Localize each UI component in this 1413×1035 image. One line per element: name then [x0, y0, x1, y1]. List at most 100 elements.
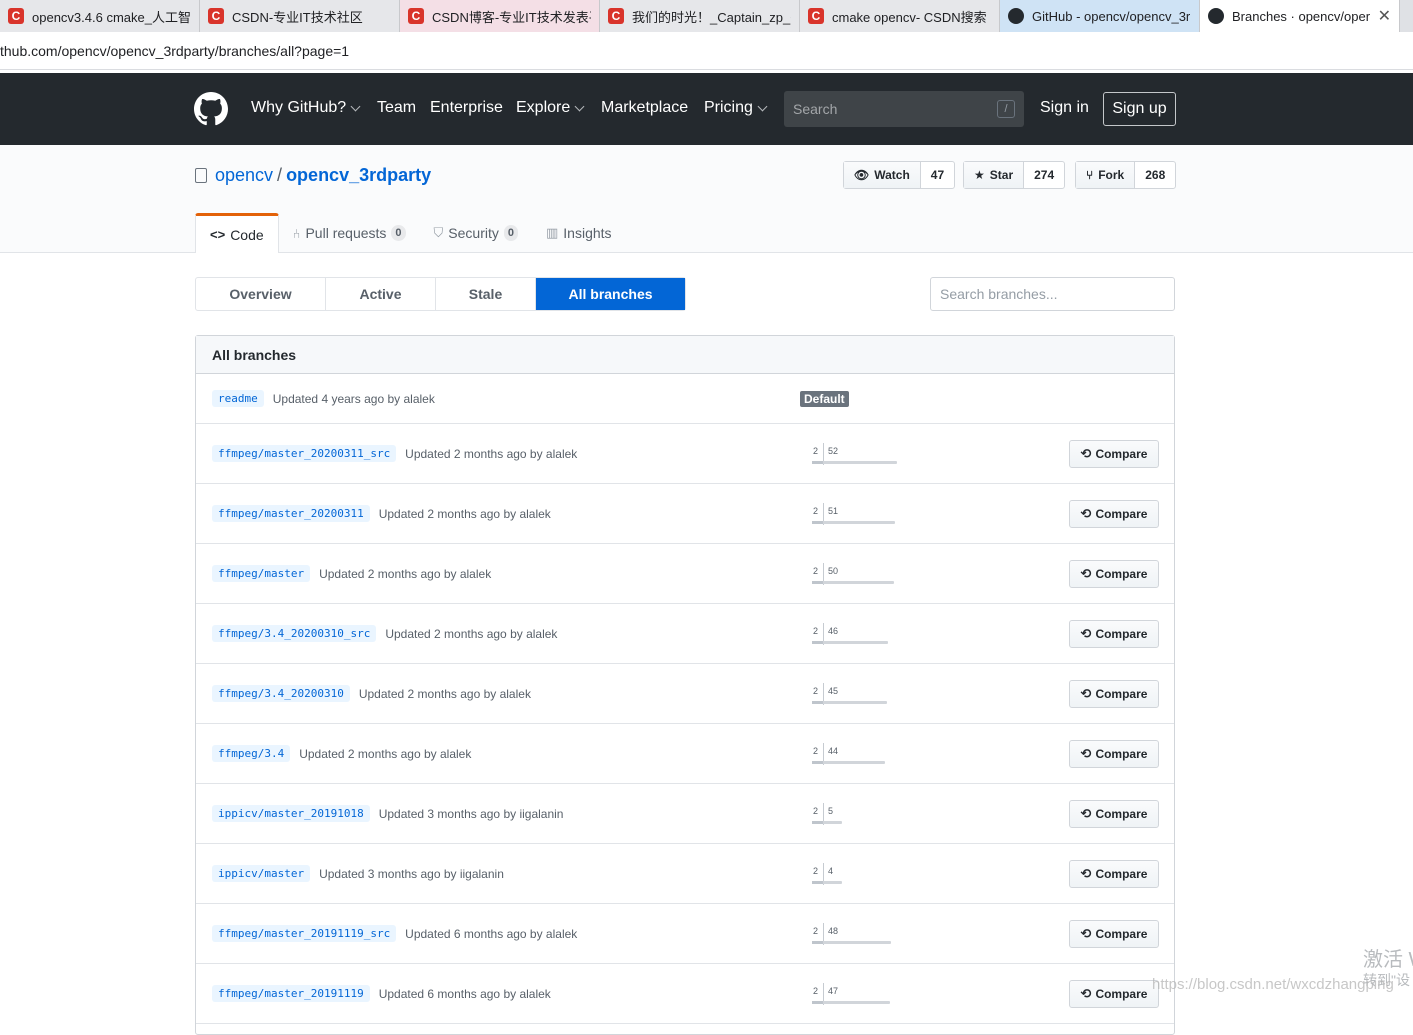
slash-key-hint: /: [997, 100, 1015, 118]
repo-title: opencv / opencv_3rdparty: [215, 165, 431, 186]
github-logo-icon[interactable]: [194, 92, 228, 126]
compare-label: Compare: [1095, 747, 1148, 761]
behind-count: 2: [812, 626, 818, 636]
branch-name-link[interactable]: readme: [212, 390, 264, 407]
browser-tab-title: CSDN-专业IT技术社区: [232, 9, 363, 25]
compare-button[interactable]: ⟲ Compare: [1069, 620, 1159, 648]
branch-list: All branches readme Updated 4 years ago b…: [195, 335, 1175, 1035]
close-tab-icon[interactable]: ✕: [1378, 6, 1391, 26]
header-nav-team[interactable]: Team: [377, 99, 416, 117]
branch-updated-text: Updated 2 months ago by alalek: [385, 627, 558, 641]
fork-button[interactable]: ⑂ Fork: [1076, 162, 1136, 188]
branch-name-link[interactable]: ffmpeg/master_20200311: [212, 505, 370, 522]
watch-button[interactable]: 👁 Watch: [844, 162, 921, 188]
branch-updated-text: Updated 2 months ago by alalek: [319, 567, 492, 581]
compare-button[interactable]: ⟲ Compare: [1069, 560, 1159, 588]
compare-label: Compare: [1095, 987, 1148, 1001]
header-nav-pricing[interactable]: Pricing: [704, 99, 768, 117]
browser-tab-title: cmake opencv- CSDN搜索: [832, 9, 987, 25]
browser-tab[interactable]: Branches · opencv/oper ✕: [1200, 0, 1400, 32]
branch-name-link[interactable]: ffmpeg/master: [212, 565, 311, 582]
compare-button[interactable]: ⟲ Compare: [1069, 440, 1159, 468]
compare-button[interactable]: ⟲ Compare: [1069, 800, 1159, 828]
ahead-count: 50: [828, 566, 839, 576]
browser-tab-title: CSDN博客-专业IT技术发表平: [432, 9, 591, 25]
address-bar[interactable]: thub.com/opencv/opencv_3rdparty/branches…: [0, 32, 1413, 70]
browser-tab-strip: Copencv3.4.6 cmake_人工智能 C CSDN-专业IT技术社区 C CS…: [0, 0, 1413, 32]
ahead-bar: [812, 701, 887, 704]
header-nav-marketplace[interactable]: Marketplace: [601, 99, 688, 117]
star-count[interactable]: 274: [1024, 162, 1064, 188]
compare-button[interactable]: ⟲ Compare: [1069, 680, 1159, 708]
branch-row: ffmpeg/3.4_20200310_src Updated 2 months …: [196, 604, 1174, 664]
branch-name-link[interactable]: ippicv/master_20191018: [212, 805, 370, 822]
branch-name-link[interactable]: ffmpeg/3.4_20200310_src: [212, 625, 377, 642]
branch-name-link[interactable]: ffmpeg/master_20191119_src: [212, 925, 397, 942]
browser-tab-title: Branches · opencv/oper: [1232, 8, 1371, 24]
compare-label: Compare: [1095, 447, 1148, 461]
subnav-active[interactable]: Active: [326, 278, 436, 310]
browser-tab[interactable]: Copencv3.4.6 cmake_人工智能: [0, 0, 200, 32]
github-icon: [1008, 8, 1024, 24]
branch-name-link[interactable]: ffmpeg/master_20200311_src: [212, 445, 397, 462]
header-nav-label: Team: [377, 99, 417, 116]
code-icon: <>: [210, 227, 226, 242]
compare-label: Compare: [1095, 687, 1148, 701]
compare-button[interactable]: ⟲ Compare: [1069, 500, 1159, 528]
header-nav-label: Marketplace: [601, 99, 689, 116]
behind-bar: [812, 941, 823, 944]
chevron-down-icon: [350, 101, 361, 111]
compare-button[interactable]: ⟲ Compare: [1069, 860, 1159, 888]
branch-updated-text: Updated 2 months ago by alalek: [299, 747, 472, 761]
header-search-input[interactable]: Search /: [784, 91, 1024, 127]
blog-watermark: https://blog.csdn.net/wxcdzhangping: [1152, 976, 1394, 993]
branch-name-link[interactable]: ippicv/master: [212, 865, 311, 882]
behind-count: 2: [812, 986, 818, 996]
fork-count[interactable]: 268: [1135, 162, 1175, 188]
branch-name-link[interactable]: ffmpeg/master_20191119: [212, 985, 370, 1002]
repo-name-link[interactable]: opencv_3rdparty: [286, 165, 431, 185]
watch-button-group: 👁 Watch 47: [843, 161, 956, 189]
tab-pull-requests[interactable]: ⑃ Pull requests 0: [279, 213, 420, 253]
compare-button[interactable]: ⟲ Compare: [1069, 740, 1159, 768]
ahead-count: 52: [828, 446, 839, 456]
branch-name-link[interactable]: ffmpeg/3.4_20200310: [212, 685, 350, 702]
behind-bar: [812, 461, 823, 464]
browser-tab[interactable]: Ccmake opencv- CSDN搜索: [800, 0, 1000, 32]
behind-count: 2: [812, 806, 818, 816]
branch-filter-nav: Overview Active Stale All branches: [195, 277, 686, 311]
sign-up-button[interactable]: Sign up: [1103, 92, 1176, 126]
github-header: Why GitHub? Team Enterprise Explore Marketpl…: [0, 73, 1413, 145]
csdn-icon: C: [408, 8, 424, 24]
subnav-all-branches[interactable]: All branches: [536, 278, 685, 310]
github-icon: [1208, 8, 1224, 24]
subnav-overview[interactable]: Overview: [196, 278, 326, 310]
star-button[interactable]: ★ Star: [964, 162, 1025, 188]
search-branches-input[interactable]: Search branches...: [930, 277, 1175, 311]
behind-count: 2: [812, 866, 818, 876]
browser-tab[interactable]: C CSDN-专业IT技术社区: [200, 0, 400, 32]
tab-label: Pull requests: [305, 225, 387, 241]
repo-owner-link[interactable]: opencv: [215, 165, 273, 185]
header-nav-why-github[interactable]: Why GitHub?: [251, 99, 361, 117]
compare-icon: ⟲: [1080, 566, 1092, 581]
ahead-bar: [812, 941, 891, 944]
watch-count[interactable]: 47: [921, 162, 954, 188]
behind-count: 2: [812, 446, 818, 456]
sign-in-link[interactable]: Sign in: [1040, 99, 1089, 117]
behind-bar: [812, 821, 823, 824]
branch-name-link[interactable]: ffmpeg/3.4: [212, 745, 291, 762]
fork-button-group: ⑂ Fork 268: [1075, 161, 1177, 189]
tab-insights[interactable]: ▥ Insights: [532, 213, 626, 253]
browser-tab[interactable]: C CSDN博客-专业IT技术发表平: [400, 0, 600, 32]
subnav-stale[interactable]: Stale: [436, 278, 536, 310]
watch-label: Watch: [874, 168, 910, 182]
header-nav-explore[interactable]: Explore: [516, 99, 585, 117]
header-nav-enterprise[interactable]: Enterprise: [430, 99, 503, 117]
tab-security[interactable]: ⛉ Security 0: [420, 213, 532, 253]
compare-button[interactable]: ⟲ Compare: [1069, 920, 1159, 948]
tab-label: Insights: [563, 225, 612, 241]
browser-tab[interactable]: GitHub - opencv/opencv_3r: [1000, 0, 1200, 32]
tab-code[interactable]: <> Code: [195, 213, 279, 253]
browser-tab[interactable]: C 我们的时光！_Captain_zp_C: [600, 0, 800, 32]
